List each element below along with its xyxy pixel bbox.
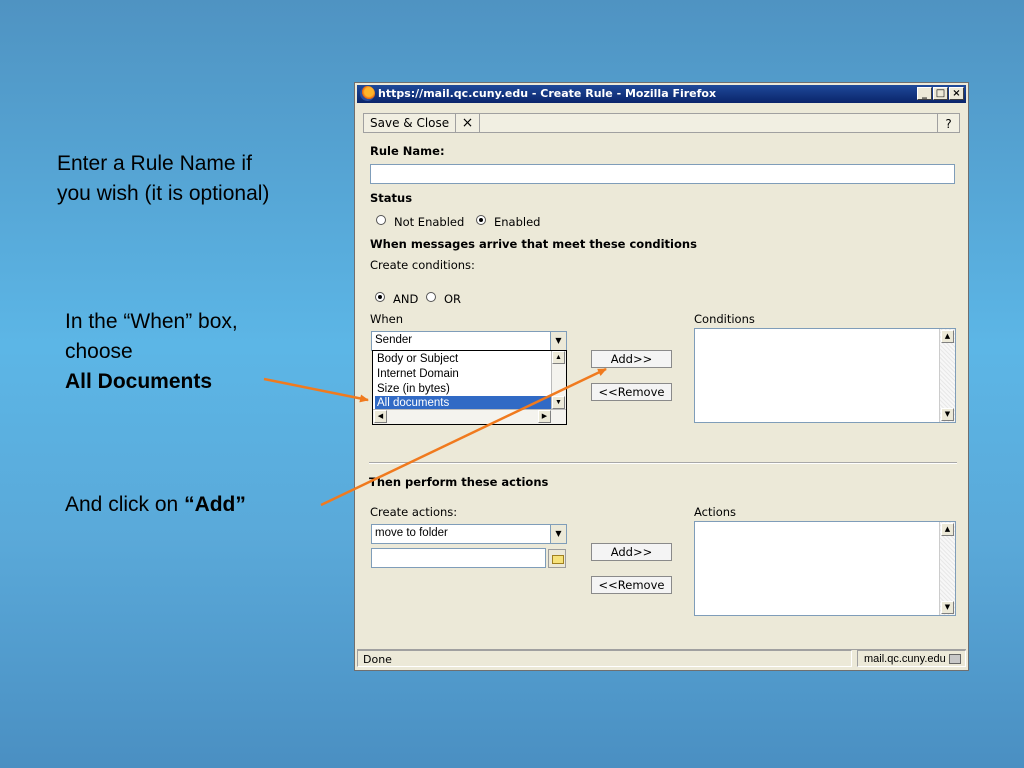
arrow-to-all-documents [263,377,369,403]
annotation-arrows [263,367,607,507]
arrow-to-add-button [320,367,607,507]
